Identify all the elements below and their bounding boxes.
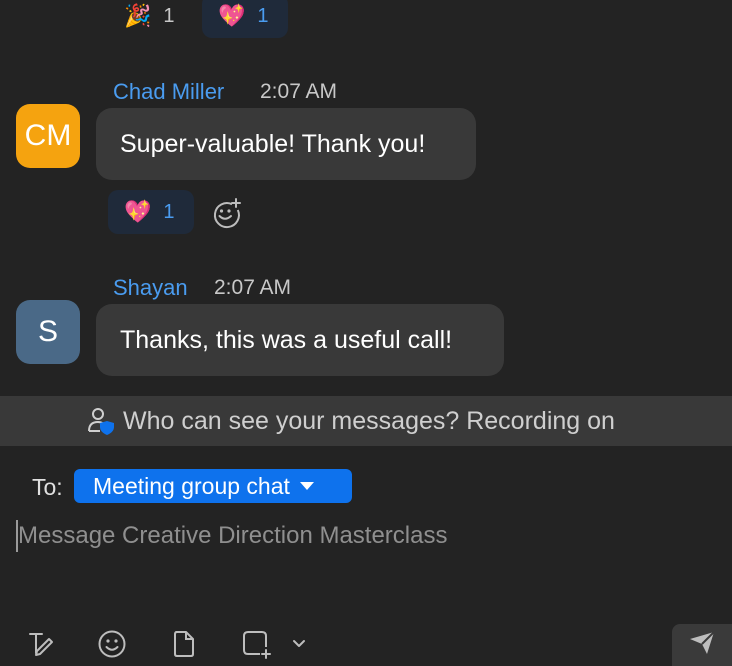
message-time: 2:07 AM: [260, 80, 338, 103]
chevron-down-icon[interactable]: [283, 626, 315, 662]
sparkling-heart-emoji: 💖: [124, 199, 152, 224]
avatar[interactable]: CM: [16, 104, 80, 168]
format-text-icon[interactable]: [23, 626, 59, 662]
send-icon: [687, 629, 717, 662]
reaction-count: 1: [163, 200, 175, 223]
visibility-notice[interactable]: Who can see your messages? Recording on: [0, 396, 732, 446]
notice-text: Who can see your messages? Recording on: [123, 407, 615, 435]
screenshot-icon[interactable]: [238, 626, 274, 662]
reaction-sparkling-heart[interactable]: 💖 1: [202, 0, 288, 38]
sender-name[interactable]: Shayan: [113, 275, 188, 301]
send-button[interactable]: [672, 624, 732, 666]
message-text: Super-valuable! Thank you!: [120, 129, 426, 158]
avatar-initials: CM: [24, 119, 72, 152]
avatar-initials: S: [37, 315, 58, 348]
message-time: 2:07 AM: [214, 276, 292, 299]
reaction-sparkling-heart[interactable]: 💖 1: [108, 190, 194, 234]
recipient-label: To:: [32, 474, 63, 500]
caret-down-icon: [299, 482, 314, 490]
emoji-icon[interactable]: [94, 626, 130, 662]
message-input[interactable]: [16, 520, 698, 552]
reaction-party[interactable]: 🎉 1: [108, 0, 190, 38]
recipient-value: Meeting group chat: [93, 472, 290, 499]
add-reaction-icon[interactable]: [210, 197, 242, 229]
user-shield-icon: [86, 406, 116, 436]
message-bubble[interactable]: Thanks, this was a useful call!: [96, 304, 504, 376]
recipient-dropdown[interactable]: Meeting group chat: [74, 469, 352, 503]
party-popper-emoji: 🎉: [124, 3, 152, 28]
sender-name[interactable]: Chad Miller: [113, 79, 224, 105]
sparkling-heart-emoji: 💖: [218, 3, 246, 28]
message-text: Thanks, this was a useful call!: [120, 325, 453, 354]
reaction-count: 1: [163, 4, 175, 27]
message-bubble[interactable]: Super-valuable! Thank you!: [96, 108, 476, 180]
reaction-count: 1: [257, 4, 269, 27]
file-icon[interactable]: [166, 626, 202, 662]
avatar[interactable]: S: [16, 300, 80, 364]
